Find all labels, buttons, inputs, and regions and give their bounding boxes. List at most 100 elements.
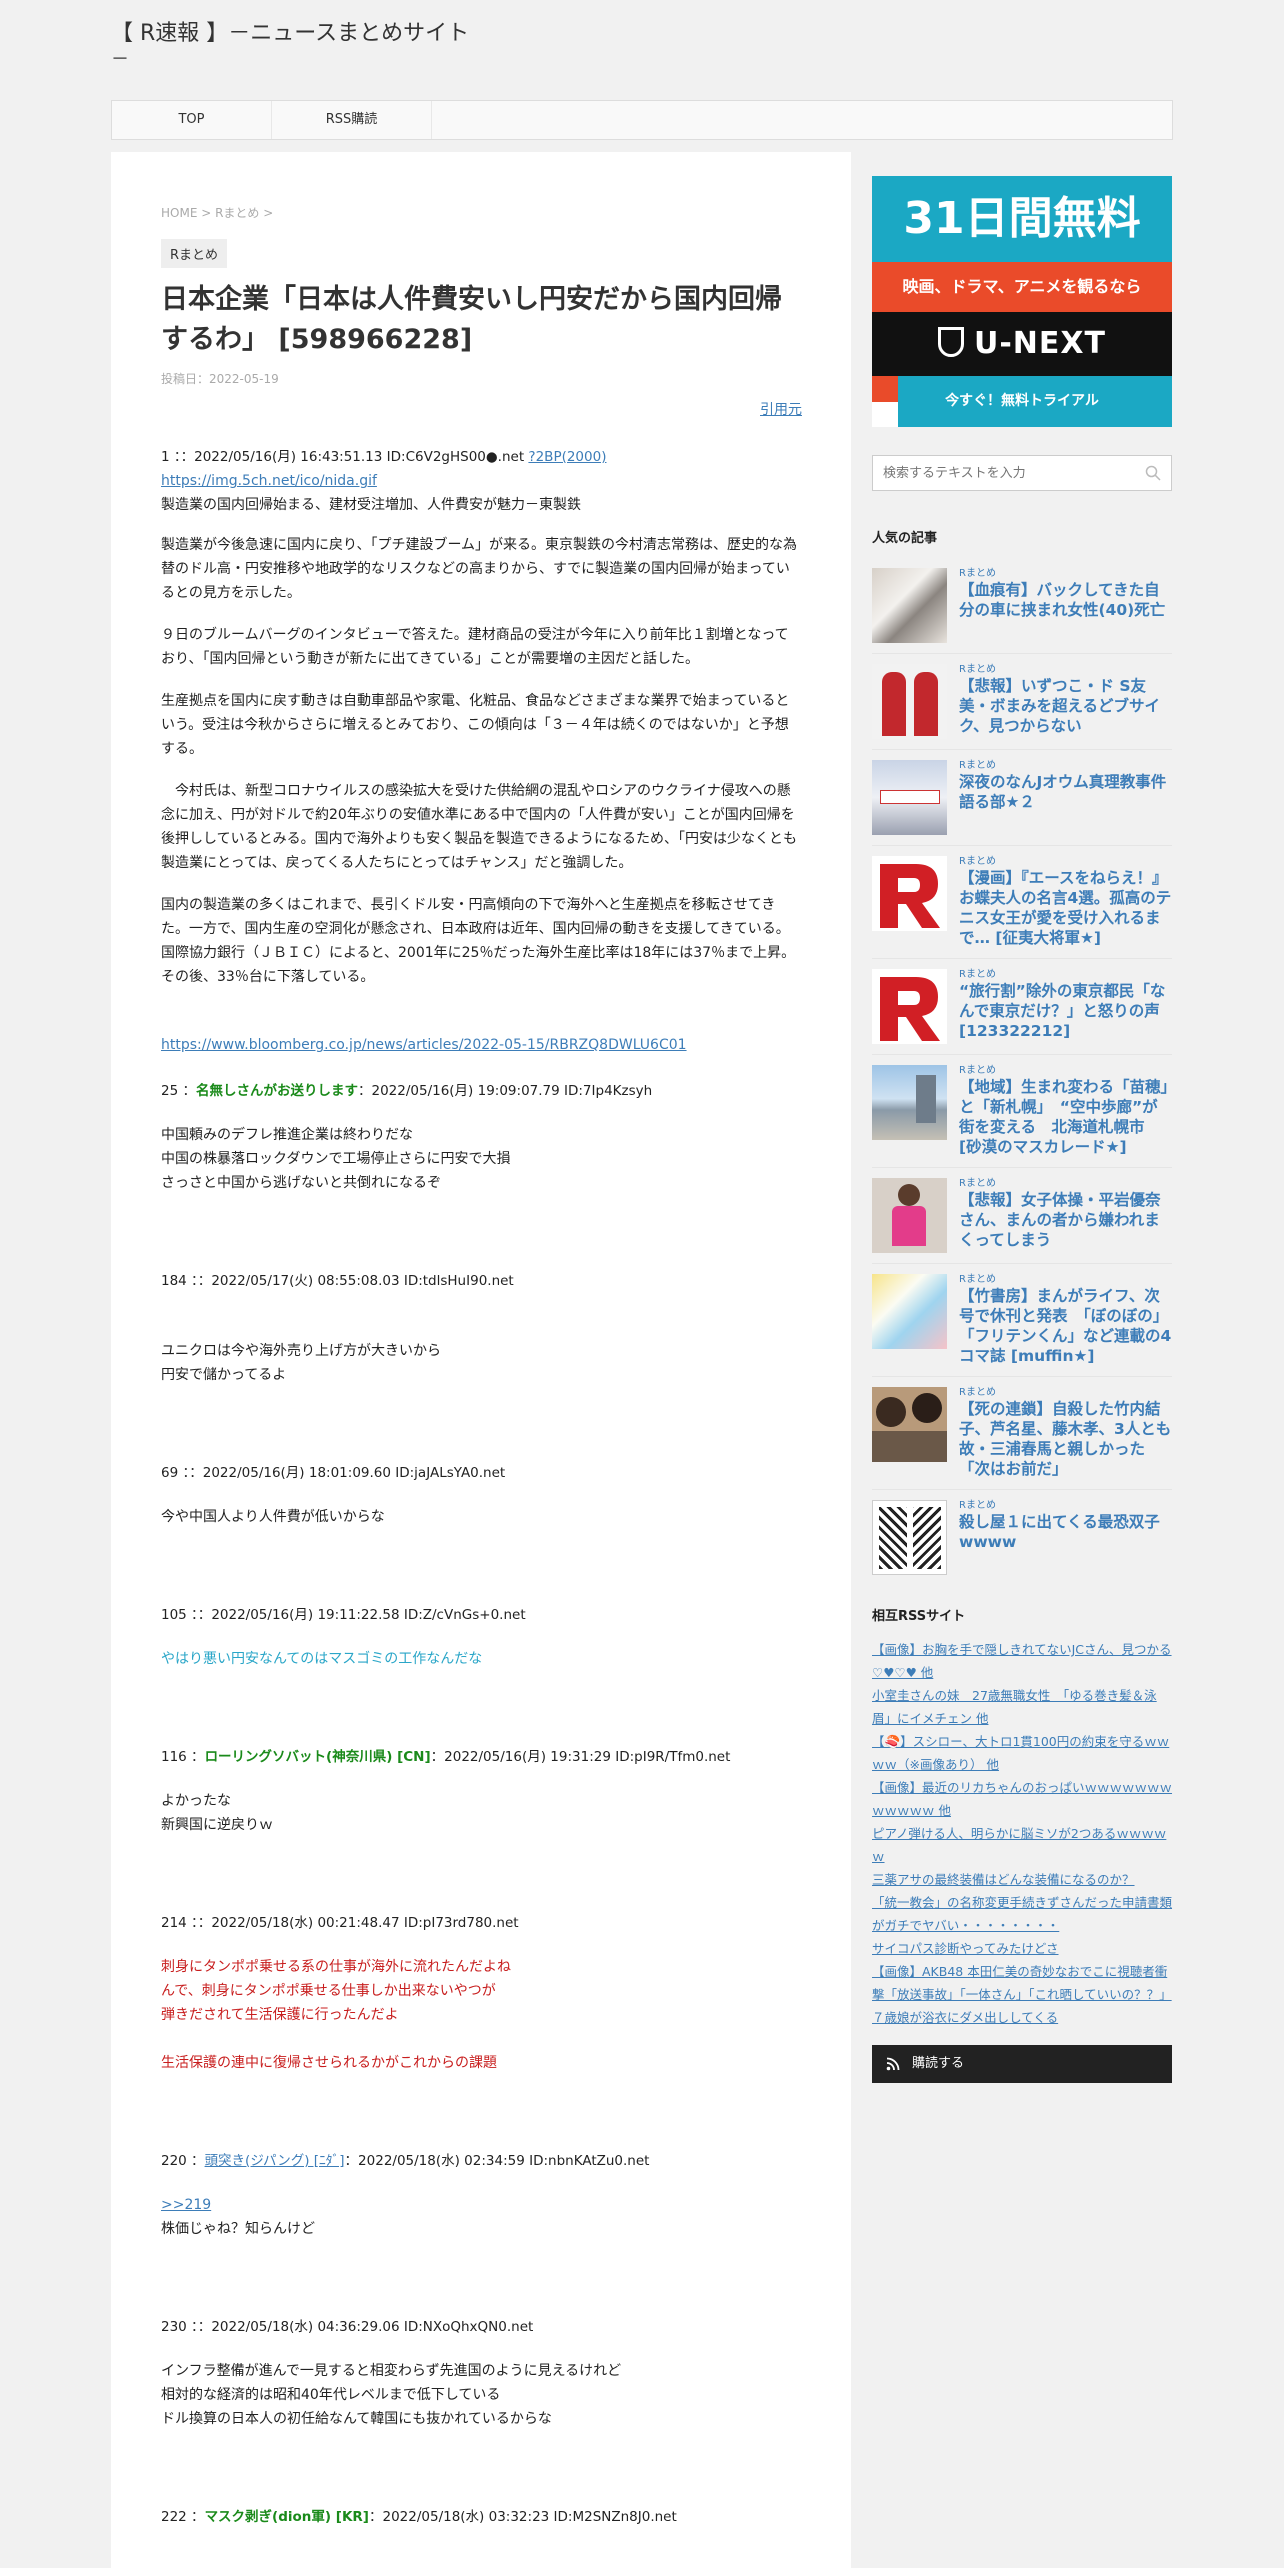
popular-post-item[interactable]: Rまとめ 【漫画】『エースをねらえ！』お蝶夫人の名言4選。孤高のテニス女王が愛を受… xyxy=(872,846,1172,959)
post-title-link[interactable]: 【悲報】女子体操・平岩優奈さん、まんの者から嫌われまくってしまう xyxy=(959,1190,1172,1250)
ad-banner[interactable]: 31日間無料 映画、ドラマ、アニメを観るなら U-NEXT 今すぐ！無料トライア… xyxy=(872,176,1172,427)
post-title-link[interactable]: 【竹書房】まんがライフ、次号で休刊と発表 「ぼのぼの」「フリテンくん」など連載の… xyxy=(959,1286,1172,1366)
popular-posts-list: Rまとめ 【血痕有】バックしてきた自分の車に挟まれ女性(40)死亡 Rまとめ 【悲報… xyxy=(872,558,1172,1585)
popular-post-item[interactable]: Rまとめ 【竹書房】まんがライフ、次号で休刊と発表 「ぼのぼの」「フリテンくん」な… xyxy=(872,1264,1172,1377)
rss-link[interactable]: 【🍣】スシロー、大トロ1貫100円の約束を守るｗｗｗｗ（※画像あり） 他 xyxy=(872,1730,1172,1776)
reply-number: 220 ： xyxy=(161,2153,205,2169)
reply-line: インフラ整備が進んで一見すると相変わらず先進国のように見えるけれど xyxy=(161,2363,622,2379)
reply-meta: 2022/05/17(火) 08:55:08.03 ID:tdlsHuI90.n… xyxy=(211,1273,514,1289)
post-title-link[interactable]: 【悲報】いずつこ・ド S友美・ボまみを超えるどブサイク、見つからない xyxy=(959,676,1172,736)
site-title[interactable]: 【 R速報 】－ニュースまとめサイト xyxy=(111,18,531,50)
rss-link[interactable]: ピアノ弾ける人、明らかに脳ミソが2つあるｗｗｗｗｗ xyxy=(872,1822,1172,1868)
site-title-continuation: － xyxy=(111,49,129,70)
r-logo-thumbnail[interactable] xyxy=(872,969,947,1044)
be-profile-link[interactable]: ?2BP(2000) xyxy=(528,449,606,465)
popular-post-item[interactable]: Rまとめ 【地域】生まれ変わる「苗穂」と「新札幌」 “空中歩廊”が街を変える 北海… xyxy=(872,1055,1172,1168)
post-paragraph: 製造業が今後急速に国内に戻り、「プチ建設ブーム」が来る。東京製鉄の今村清志常務は… xyxy=(161,537,798,601)
reply-line: 今や中国人より人件費が低いからな xyxy=(161,1509,385,1525)
reply-line: ドル換算の日本人の初任給なんて韓国にも抜かれているからな xyxy=(161,2411,552,2427)
reply-post: 222 ：マスク剥ぎ(dion軍) [KR]：2022/05/18(水) 03:… xyxy=(161,2505,802,2529)
popular-post-item[interactable]: Rまとめ 【悲報】女子体操・平岩優奈さん、まんの者から嫌われまくってしまう xyxy=(872,1168,1172,1264)
category-badge[interactable]: Rまとめ xyxy=(161,239,228,268)
post-title-link[interactable]: “旅行割”除外の東京都民「なんで東京だけ？」と怒りの声 [123322212] xyxy=(959,981,1172,1041)
post-title-link[interactable]: 【血痕有】バックしてきた自分の車に挟まれ女性(40)死亡 xyxy=(959,580,1172,620)
source-url-link[interactable]: https://www.bloomberg.co.jp/news/article… xyxy=(161,1037,687,1053)
poster-name: ローリングソバット(神奈川県) [CN] xyxy=(204,1749,431,1765)
reply-post: 214 ：：2022/05/18(水) 00:21:48.47 ID:pI73r… xyxy=(161,1911,802,2075)
rss-link[interactable]: 小室圭さんの妹 27歳無職女性 「ゆる巻き髪＆泳眉」にイメチェン 他 xyxy=(872,1684,1172,1730)
rss-link[interactable]: サイコパス診断やってみたけどさ xyxy=(872,1937,1172,1960)
ad-logo-text: U-NEXT xyxy=(973,326,1106,361)
image-link[interactable]: https://img.5ch.net/ico/nida.gif xyxy=(161,473,377,489)
reply-post: 184 ：：2022/05/17(火) 08:55:08.03 ID:tdlsH… xyxy=(161,1269,802,1387)
post-category: Rまとめ xyxy=(959,568,996,579)
reply-line: 刺身にタンポポ乗せる系の仕事が海外に流れたんだよね xyxy=(161,1959,511,1975)
shield-icon xyxy=(937,326,964,357)
rss-link[interactable]: 「統一教会」の名称変更手続きずさんだった申請書類がガチでヤバい・・・・・・・・ xyxy=(872,1891,1172,1937)
rss-list: 【画像】お胸を手で隠しきれてないJCさん、見つかる♡♥♡♥ 他 小室圭さんの妹 … xyxy=(872,1638,1172,2029)
post-title-link[interactable]: 【地域】生まれ変わる「苗穂」と「新札幌」 “空中歩廊”が街を変える 北海道札幌市… xyxy=(959,1077,1172,1157)
rss-icon xyxy=(886,2057,900,2071)
nav-item-top[interactable]: TOP xyxy=(112,101,272,139)
reply-number: 222 ： xyxy=(161,2509,205,2525)
sidebar: 31日間無料 映画、ドラマ、アニメを観るなら U-NEXT 今すぐ！無料トライア… xyxy=(872,176,1172,2083)
reply-line: 中国の株暴落ロックダウンで工場停止さらに円安で大損 xyxy=(161,1151,511,1167)
global-nav: TOP RSS購読 xyxy=(111,100,1173,140)
popular-post-item[interactable]: Rまとめ 【悲報】いずつこ・ド S友美・ボまみを超えるどブサイク、見つからない xyxy=(872,654,1172,750)
reply-number: 105 ：： xyxy=(161,1607,212,1623)
post-category: Rまとめ xyxy=(959,664,996,675)
reply-anchor-link[interactable]: >>219 xyxy=(161,2197,211,2213)
rss-subscribe-button[interactable]: 購読する xyxy=(872,2045,1172,2083)
popular-post-item[interactable]: Rまとめ 殺し屋１に出てくる最恐双子wwww xyxy=(872,1490,1172,1585)
rss-link[interactable]: 【画像】お胸を手で隠しきれてないJCさん、見つかる♡♥♡♥ 他 xyxy=(872,1638,1172,1684)
reply-line: 中国頼みのデフレ推進企業は終わりだな xyxy=(161,1127,413,1143)
rss-subscribe-label: 購読する xyxy=(912,2056,965,2071)
rss-link[interactable]: ７歳娘が浴衣にダメ出ししてくる xyxy=(872,2006,1172,2029)
post-title-link[interactable]: 深夜のなんJオウム真理教事件語る部★２ xyxy=(959,772,1172,812)
post-title-link[interactable]: 殺し屋１に出てくる最恐双子wwww xyxy=(959,1512,1172,1552)
post-title-link[interactable]: 【漫画】『エースをねらえ！』お蝶夫人の名言4選。孤高のテニス女王が愛を受け入れる… xyxy=(959,868,1172,948)
rss-link[interactable]: 【画像】AKB48 本田仁美の奇妙なおでこに視聴者衝撃「放送事故」「一体さん」「… xyxy=(872,1960,1172,2006)
post-category: Rまとめ xyxy=(959,856,996,867)
reply-post: 116 ：ローリングソバット(神奈川県) [CN]：2022/05/16(月) … xyxy=(161,1745,802,1837)
reply-line: 円安で儲かってるよ xyxy=(161,1367,287,1383)
post-thumbnail[interactable] xyxy=(872,1178,947,1253)
poster-name: 名無しさんがお送りします xyxy=(195,1083,358,1099)
reply-line: 相対的な経済的は昭和40年代レベルまで低下している xyxy=(161,2387,501,2403)
post-thumbnail[interactable] xyxy=(872,1065,947,1140)
ad-cta-button[interactable]: 今すぐ！無料トライアル xyxy=(872,376,1172,427)
post-thumbnail[interactable] xyxy=(872,1387,947,1462)
popular-post-item[interactable]: Rまとめ “旅行割”除外の東京都民「なんで東京だけ？」と怒りの声 [1233222… xyxy=(872,959,1172,1055)
popular-post-item[interactable]: Rまとめ 深夜のなんJオウム真理教事件語る部★２ xyxy=(872,750,1172,846)
poster-name-link[interactable]: 頭突き(ジパング) [ﾆﾀﾞ] xyxy=(205,2153,345,2169)
post-paragraph: 今村氏は、新型コロナウイルスの感染拡大を受けた供給網の混乱やロシアのウクライナ侵… xyxy=(161,783,798,871)
reply-line: やはり悪い円安なんてのはマスゴミの工作なんだな xyxy=(161,1651,483,1667)
reply-meta: ：2022/05/16(月) 19:31:29 ID:pI9R/Tfm0.net xyxy=(430,1749,731,1765)
reply-number: 214 ：： xyxy=(161,1915,212,1931)
post-thumbnail[interactable] xyxy=(872,1274,947,1349)
source-link[interactable]: 引用元 xyxy=(760,402,802,418)
popular-post-item[interactable]: Rまとめ 【死の連鎖】自殺した竹内結子、芦名星、藤木孝、3人とも故・三浦春馬と親し… xyxy=(872,1377,1172,1490)
rss-link[interactable]: 三薬アサの最終装備はどんな装備になるのか？ xyxy=(872,1868,1172,1891)
post-category: Rまとめ xyxy=(959,760,996,771)
rss-link[interactable]: 【画像】最近のリカちゃんのおっぱいｗｗｗｗｗｗｗｗｗｗｗｗ 他 xyxy=(872,1776,1172,1822)
reply-meta: 2022/05/16(月) 18:01:09.60 ID:jaJALsYA0.n… xyxy=(202,1465,506,1481)
search-input[interactable] xyxy=(873,456,1133,490)
nav-item-rss[interactable]: RSS購読 xyxy=(272,101,432,139)
post-thumbnail[interactable] xyxy=(872,568,947,643)
post-thumbnail[interactable] xyxy=(872,1500,947,1575)
reply-number: 116 ： xyxy=(161,1749,205,1765)
site-header: 【 R速報 】－ニュースまとめサイト － xyxy=(111,18,531,70)
post-thumbnail[interactable] xyxy=(872,664,947,739)
breadcrumb[interactable]: HOME > Rまとめ > xyxy=(161,204,802,221)
reply-number: 230 ：： xyxy=(161,2319,212,2335)
r-logo-thumbnail[interactable] xyxy=(872,856,947,931)
rss-widget-title: 相互RSSサイト xyxy=(872,1609,966,1624)
post-category: Rまとめ xyxy=(959,1065,996,1076)
search-icon[interactable] xyxy=(1145,465,1161,481)
post-title-link[interactable]: 【死の連鎖】自殺した竹内結子、芦名星、藤木孝、3人とも故・三浦春馬と親しかった「… xyxy=(959,1399,1172,1479)
reply-number: 69 ：： xyxy=(161,1465,203,1481)
popular-post-item[interactable]: Rまとめ 【血痕有】バックしてきた自分の車に挟まれ女性(40)死亡 xyxy=(872,558,1172,654)
post-thumbnail[interactable] xyxy=(872,760,947,835)
reply-meta: 2022/05/16(月) 19:11:22.58 ID:Z/cVnGs+0.n… xyxy=(211,1607,526,1623)
